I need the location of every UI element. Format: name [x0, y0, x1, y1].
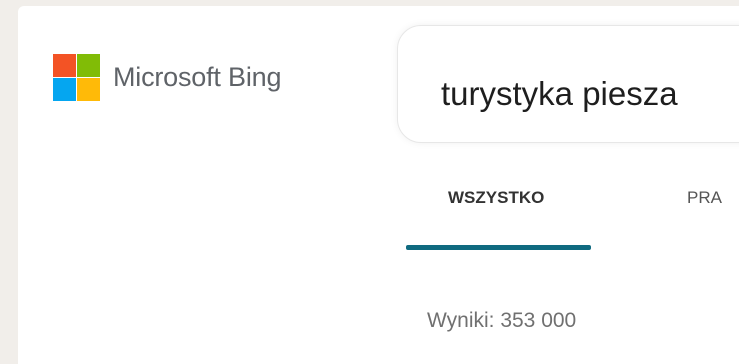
active-tab-indicator	[406, 245, 591, 250]
tab-work[interactable]: PRA	[687, 188, 722, 208]
browser-page: Microsoft Bing turystyka piesza	[18, 6, 739, 364]
brand-name: Microsoft Bing	[113, 62, 282, 92]
search-input[interactable]: turystyka piesza	[441, 75, 678, 113]
search-box[interactable]: turystyka piesza	[397, 25, 739, 143]
logo-yellow-square	[77, 78, 100, 101]
logo-red-square	[53, 54, 76, 77]
microsoft-logo-icon	[53, 54, 100, 101]
logo-green-square	[77, 54, 100, 77]
tab-all[interactable]: WSZYSTKO	[448, 188, 544, 208]
logo-blue-square	[53, 78, 76, 101]
results-count: Wyniki: 353 000	[427, 309, 577, 332]
bing-logo[interactable]: Microsoft Bing	[53, 54, 281, 101]
